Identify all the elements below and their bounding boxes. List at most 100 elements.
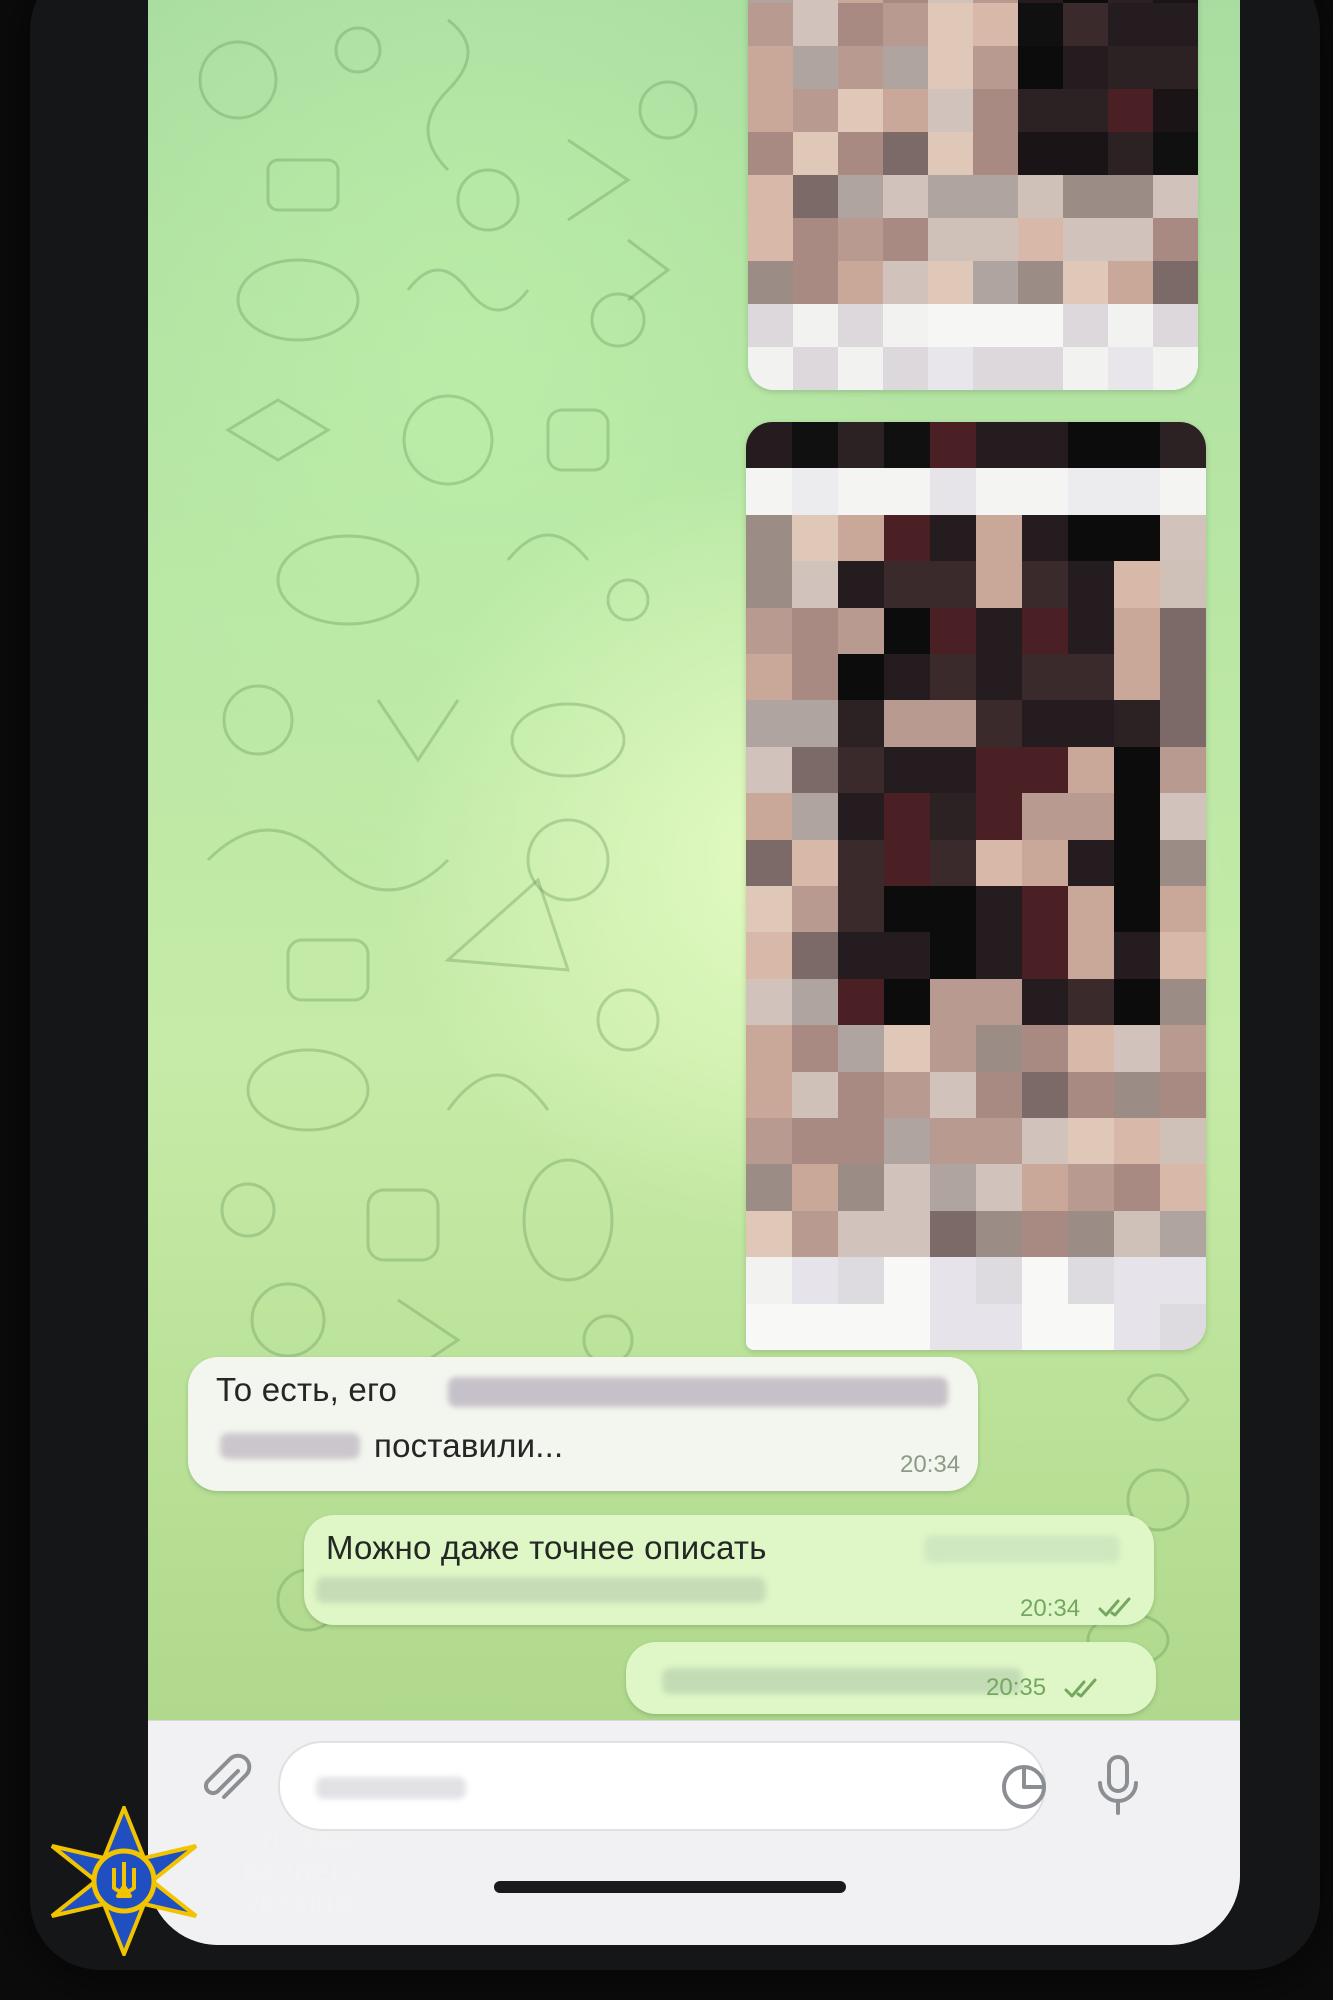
sbu-shield-emblem-icon [50,1806,198,1956]
redacted-pixel [884,700,931,748]
redacted-pixel [1108,261,1154,305]
redacted-pixel [1114,886,1161,934]
sbu-name-line: УКРАЇНИ [244,1892,354,1919]
redacted-pixel [883,347,929,390]
sbu-name-line: БЕЗПЕКИ [244,1860,365,1887]
redacted-pixel [1114,1164,1161,1212]
incoming-message[interactable]: То есть, его поставили... 20:34 [188,1357,978,1491]
redacted-pixel [1022,1025,1069,1073]
redacted-pixel [838,1118,885,1166]
redacted-pixel [930,700,977,748]
redacted-pixel [1068,978,1115,1027]
redacted-pixel [1153,132,1198,176]
redacted-pixel [748,132,794,176]
redacted-pixel [884,839,931,887]
redacted-pixel [792,1210,839,1259]
redacted-pixel [746,932,793,980]
redacted-pixel [792,561,839,609]
redacted-pixel [838,839,885,887]
redacted-pixel [838,132,884,176]
redacted-pixel [930,1025,977,1073]
redacted-pixel [838,46,884,90]
redacted-pixel [1160,886,1206,934]
photo-message[interactable] [746,422,1206,1350]
redacted-pixel [884,1257,931,1305]
redacted-pixel [1160,1071,1206,1119]
chat-screen: То есть, его поставили... 20:34 Можно да… [148,0,1240,1945]
redacted-pixel [1160,561,1206,609]
redacted-pixel [1068,839,1115,887]
redacted-pixel [1160,607,1206,655]
redacted-pixel [748,304,794,348]
redacted-pixel [976,468,1023,516]
redacted-pixel [746,839,793,887]
redacted-pixel [884,1164,931,1212]
redacted-pixel [1114,932,1161,980]
redacted-pixel [1068,1118,1115,1166]
redacted-pixel [884,607,931,655]
outgoing-message[interactable]: Можно даже точнее описать 20:34 [304,1515,1154,1625]
redacted-pixel [884,654,931,702]
redacted-pixel [1068,1025,1115,1073]
redacted-pixel [1153,46,1198,90]
redacted-pixel [746,1164,793,1212]
redacted-pixel [1018,89,1064,133]
redacted-pixel [930,1257,977,1305]
redacted-pixel [746,468,793,516]
redacted-pixel [1108,347,1154,390]
redacted-pixel [1022,746,1069,795]
redacted-pixel [1114,1303,1161,1350]
redacted-pixel [883,3,929,47]
redacted-pixel [838,175,884,219]
paperclip-icon[interactable] [198,1753,254,1809]
sbu-name: СЛУЖБА БЕЗПЕКИ УКРАЇНИ [244,1826,364,1922]
redacted-pixel [976,839,1023,887]
redacted-pixel [883,89,929,133]
redacted-pixel [1160,1164,1206,1212]
redacted-pixel [792,514,839,563]
redacted-pixel [1018,3,1064,47]
photo-message[interactable] [748,0,1198,390]
redacted-pixel [838,1210,885,1259]
home-indicator [494,1881,846,1893]
redacted-pixel [930,468,977,516]
redacted-pixel [1022,514,1069,563]
redacted-pixel [1114,700,1161,748]
message-text: То есть, его [216,1371,398,1408]
redacted-pixel [1022,839,1069,887]
redacted-pixel [793,3,839,47]
redacted-pixel [1114,422,1161,470]
redacted-pixel [838,514,885,563]
sticker-icon[interactable] [998,1761,1050,1813]
redacted-pixel [746,607,793,655]
redacted-pixel [1160,746,1206,795]
redacted-pixel [930,978,977,1027]
redacted-pixel [973,347,1019,390]
redacted-pixel [838,700,885,748]
redacted-pixel [976,1303,1023,1350]
redacted-pixel [1018,218,1064,262]
redacted-pixel [746,654,793,702]
redacted-pixel [1160,978,1206,1027]
redacted-pixel [746,1071,793,1119]
microphone-icon[interactable] [1092,1753,1144,1817]
redacted-pixel [928,89,974,133]
redacted-pixel [792,978,839,1027]
redacted-pixel [884,932,931,980]
redacted-pixel [928,304,974,348]
redacted-pixel [1108,3,1154,47]
redacted-pixel [1022,654,1069,702]
outgoing-message[interactable]: 20:35 [626,1642,1156,1714]
redacted-pixel [1114,839,1161,887]
redacted-pixel [1108,218,1154,262]
redacted-pixel [884,1118,931,1166]
redacted-pixel [748,175,794,219]
message-time: 20:34 [1020,1595,1081,1622]
redacted-pixel [746,793,793,841]
message-text: поставили... [374,1427,564,1464]
redacted-pixel [930,793,977,841]
redacted-pixel [838,261,884,305]
redacted-pixel [1063,89,1109,133]
redacted-pixel [1068,1210,1115,1259]
redacted-pixel [838,468,885,516]
